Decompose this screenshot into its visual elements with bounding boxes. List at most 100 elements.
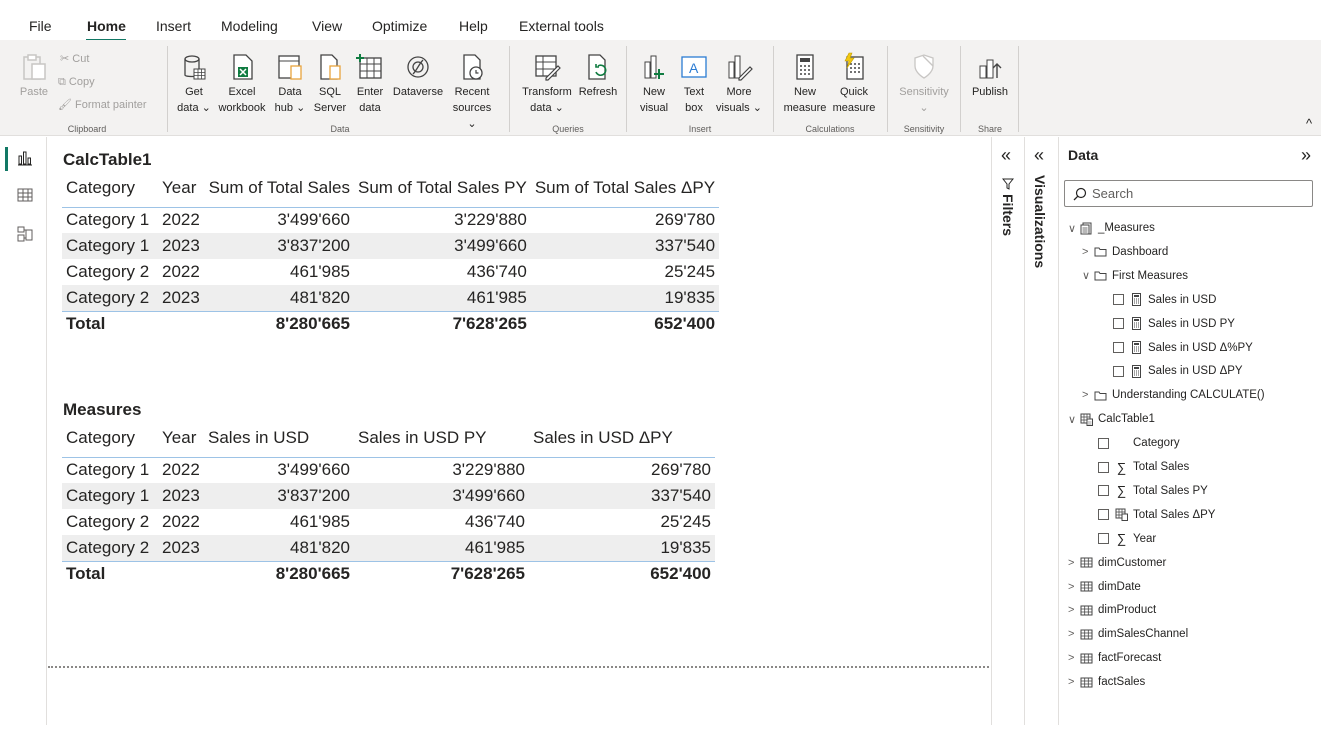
field-checkbox[interactable] [1113, 318, 1124, 330]
column-header[interactable]: Sum of Total Sales [204, 170, 354, 207]
table-row[interactable]: Category 1 2023 3'837'200 3'499'660 337'540 [62, 483, 715, 509]
column-header[interactable]: Sales in USD ΔPY [529, 420, 715, 457]
field-item[interactable]: Sales in USD Δ%PY [1113, 340, 1253, 356]
tree-node[interactable]: > dimDate [1068, 579, 1141, 595]
measures-table[interactable]: Category Year Sales in USD Sales in USD … [62, 420, 715, 587]
chevron-down-icon[interactable]: ∨ [1068, 222, 1078, 235]
paste-button[interactable]: Paste [17, 52, 51, 100]
tree-node[interactable]: > factSales [1068, 674, 1145, 690]
table-row[interactable]: Category 1 2023 3'837'200 3'499'660 337'540 [62, 233, 720, 259]
column-header[interactable]: Year [158, 170, 204, 207]
tree-node[interactable]: > dimProduct [1068, 602, 1156, 618]
visualizations-label[interactable]: Visualizations [1032, 175, 1048, 268]
menu-modeling[interactable]: Modeling [221, 18, 278, 34]
column-header[interactable]: Sum of Total Sales PY [354, 170, 531, 207]
field-checkbox[interactable] [1098, 437, 1109, 449]
sensitivity-button[interactable]: Sensitivity ⌄ [894, 52, 954, 116]
field-checkbox[interactable] [1098, 461, 1109, 473]
field-checkbox[interactable] [1098, 533, 1109, 545]
transform-data-button[interactable]: Transform data ⌄ [517, 52, 577, 116]
excel-workbook-button[interactable]: Excel workbook [215, 52, 269, 116]
column-header[interactable]: Category [62, 170, 158, 207]
table-row[interactable]: Category 2 2023 481'820 461'985 19'835 [62, 285, 720, 311]
refresh-button[interactable]: Refresh [577, 52, 619, 100]
tree-node[interactable]: > dimCustomer [1068, 555, 1166, 571]
column-header[interactable]: Sum of Total Sales ΔPY [531, 170, 719, 207]
dataverse-button[interactable]: Dataverse [391, 52, 445, 100]
field-item[interactable]: Sales in USD PY [1113, 316, 1235, 332]
enter-data-button[interactable]: Enter data [352, 52, 388, 116]
more-visuals-button[interactable]: More visuals ⌄ [714, 52, 764, 116]
field-item[interactable]: ∑ Year [1098, 531, 1156, 547]
new-measure-button[interactable]: New measure [781, 52, 829, 116]
menu-external-tools[interactable]: External tools [519, 18, 604, 34]
chevron-right-icon[interactable]: > [1068, 557, 1078, 569]
text-box-button[interactable]: A Text box [677, 52, 711, 116]
menu-view[interactable]: View [312, 18, 342, 34]
menu-optimize[interactable]: Optimize [372, 18, 427, 34]
tree-node[interactable]: ∨ CalcTable1 [1068, 411, 1155, 427]
chevron-right-icon[interactable]: > [1068, 581, 1078, 593]
field-checkbox[interactable] [1113, 342, 1124, 353]
data-hub-button[interactable]: Data hub ⌄ [272, 52, 308, 116]
tree-node[interactable]: ∨ First Measures [1082, 268, 1188, 284]
tree-node[interactable]: > factForecast [1068, 650, 1161, 666]
field-item[interactable]: Sales in USD ΔPY [1113, 363, 1243, 379]
field-item[interactable]: Sales in USD [1113, 292, 1216, 308]
menu-file[interactable]: File [29, 18, 52, 34]
folder-icon [1094, 269, 1112, 282]
tree-node[interactable]: > Understanding CALCULATE() [1082, 387, 1265, 403]
publish-button[interactable]: Publish [968, 52, 1012, 100]
chevron-right-icon[interactable]: > [1082, 246, 1092, 258]
format-painter-button[interactable]: 🖌 Format painter [58, 98, 147, 112]
chevron-down-icon[interactable]: ∨ [1068, 413, 1078, 426]
field-item[interactable]: Category [1098, 435, 1180, 451]
table-row[interactable]: Category 2 2023 481'820 461'985 19'835 [62, 535, 715, 561]
table-row[interactable]: Category 2 2022 461'985 436'740 25'245 [62, 509, 715, 535]
calctable1-table[interactable]: Category Year Sum of Total Sales Sum of … [62, 170, 720, 337]
menu-help[interactable]: Help [459, 18, 488, 34]
chevron-down-icon[interactable]: ∨ [1082, 269, 1092, 282]
new-visual-button[interactable]: New visual [634, 52, 674, 116]
model-view-icon[interactable] [16, 225, 34, 243]
visualizations-collapse-button[interactable]: « [1034, 145, 1044, 166]
tree-node[interactable]: > dimSalesChannel [1068, 626, 1188, 642]
field-checkbox[interactable] [1113, 294, 1124, 306]
collapse-ribbon-button[interactable]: ^ [1302, 116, 1316, 132]
column-header[interactable]: Category [62, 420, 158, 457]
data-search-input[interactable]: Search [1064, 180, 1313, 207]
table-view-icon[interactable] [16, 186, 34, 204]
chevron-right-icon[interactable]: > [1068, 628, 1078, 640]
column-header[interactable]: Year [158, 420, 204, 457]
chevron-right-icon[interactable]: > [1082, 389, 1092, 401]
field-checkbox[interactable] [1098, 509, 1109, 521]
excel-sub: workbook [218, 102, 266, 114]
menu-home[interactable]: Home [87, 18, 126, 34]
copy-button[interactable]: ⧉ Copy [58, 75, 95, 89]
quick-measure-button[interactable]: Quick measure [830, 52, 878, 116]
field-checkbox[interactable] [1098, 485, 1109, 497]
column-header[interactable]: Sales in USD PY [354, 420, 529, 457]
filters-label[interactable]: Filters [1000, 194, 1016, 236]
tree-node[interactable]: > Dashboard [1082, 244, 1168, 260]
sql-server-button[interactable]: SQL Server [312, 52, 348, 116]
menu-insert[interactable]: Insert [156, 18, 191, 34]
field-item[interactable]: ∑ Total Sales [1098, 459, 1189, 475]
table-row[interactable]: Category 1 2022 3'499'660 3'229'880 269'780 [62, 457, 715, 483]
field-item[interactable]: ∑ Total Sales PY [1098, 483, 1208, 499]
chevron-right-icon[interactable]: > [1068, 604, 1078, 616]
get-data-button[interactable]: Get data ⌄ [175, 52, 213, 116]
cut-button[interactable]: ✂ Cut [60, 52, 89, 66]
chevron-right-icon[interactable]: > [1068, 676, 1078, 688]
chevron-right-icon[interactable]: > [1068, 652, 1078, 664]
tree-node[interactable]: ∨ _Measures [1068, 220, 1155, 236]
report-view-icon[interactable] [16, 149, 34, 167]
recent-sources-button[interactable]: Recent sources ⌄ [447, 52, 497, 132]
table-row[interactable]: Category 1 2022 3'499'660 3'229'880 269'780 [62, 207, 719, 233]
table-row[interactable]: Category 2 2022 461'985 436'740 25'245 [62, 259, 719, 285]
field-item[interactable]: Total Sales ΔPY [1098, 507, 1215, 523]
data-pane-collapse-button[interactable]: » [1301, 145, 1311, 166]
filters-collapse-button[interactable]: « [1001, 145, 1011, 166]
column-header[interactable]: Sales in USD [204, 420, 354, 457]
field-checkbox[interactable] [1113, 365, 1124, 377]
